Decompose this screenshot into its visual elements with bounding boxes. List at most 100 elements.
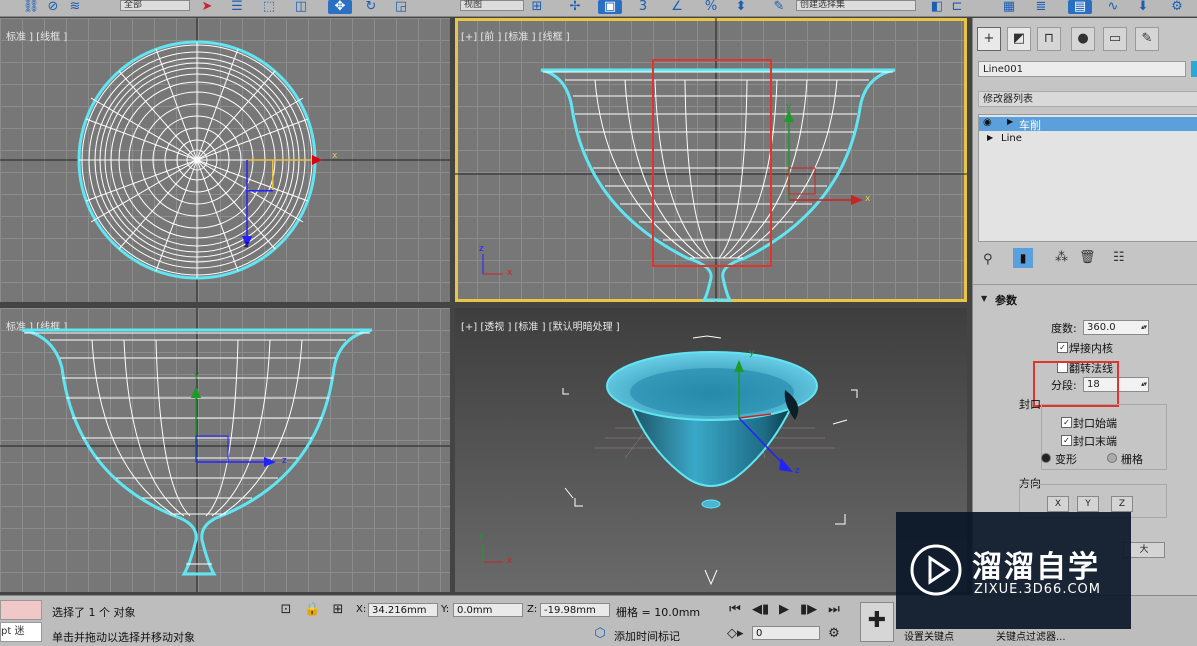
set-key-icon[interactable]: ✚: [860, 602, 894, 642]
select-by-name-icon[interactable]: ☰: [228, 0, 246, 14]
viewport-front[interactable]: [+] [前 ] [标准 ] [线框 ] x y z x: [455, 18, 967, 302]
rect-select-icon[interactable]: ⬚: [260, 0, 278, 14]
select-icon[interactable]: ➤: [198, 0, 216, 14]
angle-snap-icon[interactable]: 3: [634, 0, 652, 14]
maxscript-field[interactable]: pt 迷: [0, 622, 42, 642]
snap-icon[interactable]: ▣: [598, 0, 622, 14]
named-selection-dropdown[interactable]: 创建选择集: [796, 0, 916, 11]
morph-label: 变形: [1055, 453, 1077, 466]
stack-item-label: Line: [1001, 133, 1022, 144]
play-icon[interactable]: ▶: [776, 602, 792, 618]
segments-highlight-box: [1033, 361, 1119, 407]
expand-arrow-icon[interactable]: ▶: [1007, 117, 1013, 126]
z-coordinate-field[interactable]: -19.98mm: [540, 603, 610, 617]
watermark-url: ZIXUE.3D66.COM: [974, 582, 1101, 597]
display-icon[interactable]: ▭: [1103, 27, 1127, 51]
viewport-top[interactable]: 标准 ] [线框 ] x z: [0, 18, 450, 302]
previous-frame-icon[interactable]: ◀▮: [752, 602, 769, 618]
object-color-swatch[interactable]: [1191, 61, 1197, 77]
axis-label-z: z: [244, 240, 249, 250]
lock-icon[interactable]: 🔒: [304, 602, 320, 618]
schematic-icon[interactable]: ⬇: [1134, 0, 1152, 14]
direction-x-button[interactable]: X: [1047, 496, 1069, 512]
selection-status: 选择了 1 个 对象: [52, 606, 136, 619]
x-coordinate-field[interactable]: 34.216mm: [368, 603, 438, 617]
percent-snap-icon[interactable]: %: [702, 0, 720, 14]
next-frame-icon[interactable]: ▮▶: [800, 602, 817, 618]
pin-stack-icon[interactable]: ⚲: [983, 252, 993, 267]
layer-icon[interactable]: ▦: [1000, 0, 1018, 14]
hierarchy-icon[interactable]: ⊓: [1037, 27, 1061, 51]
degrees-spinner[interactable]: 360.0: [1083, 320, 1149, 335]
viewport-left[interactable]: 标准 ] [线框 ] y z: [0, 308, 450, 592]
move-icon[interactable]: ✥: [328, 0, 352, 14]
prompt-line: 单击并拖动以选择并移动对象: [52, 631, 195, 644]
cap-start-label: 封口始端: [1073, 417, 1117, 430]
expand-arrow-icon[interactable]: ▶: [987, 133, 993, 142]
set-key-button[interactable]: 设置关键点: [904, 628, 954, 643]
make-unique-icon[interactable]: ⁂: [1055, 250, 1068, 265]
edit-named-selection-icon[interactable]: ✎: [770, 0, 788, 14]
ribbon-icon[interactable]: ▤: [1068, 0, 1092, 14]
unlink-icon[interactable]: ⊘: [44, 0, 62, 14]
modify-icon[interactable]: ◩: [1007, 27, 1031, 51]
create-icon[interactable]: +: [977, 27, 1001, 51]
eye-icon[interactable]: ◉: [983, 117, 992, 128]
degrees-label: 度数:: [1051, 322, 1077, 335]
window-crossing-icon[interactable]: ◫: [292, 0, 310, 14]
y-coordinate-field[interactable]: 0.0mm: [453, 603, 523, 617]
mirror-icon[interactable]: ◧: [928, 0, 946, 14]
rollout-title[interactable]: 参数: [995, 292, 1017, 308]
go-to-end-icon[interactable]: ⏭: [826, 602, 842, 618]
reference-coord-dropdown[interactable]: 视图: [460, 0, 524, 11]
time-config-icon[interactable]: ⚙: [826, 626, 842, 642]
direction-z-button[interactable]: Z: [1111, 496, 1133, 512]
configure-modifier-sets-icon[interactable]: ☷: [1113, 250, 1125, 265]
key-mode-icon[interactable]: ◇▸: [727, 626, 744, 642]
rollout-collapse-icon[interactable]: ▼: [981, 294, 987, 303]
weld-core-checkbox[interactable]: ✓: [1057, 342, 1068, 353]
axis-label-x: x: [507, 556, 513, 566]
spinner-snap-icon[interactable]: ⬍: [732, 0, 750, 14]
axis-label-z: z: [795, 466, 800, 476]
link-icon[interactable]: ⛓: [22, 0, 40, 14]
curve-editor-icon[interactable]: ∿: [1104, 0, 1122, 14]
key-filters-button[interactable]: 关键点过滤器...: [996, 628, 1066, 643]
viewport-perspective[interactable]: [+] [透视 ] [标准 ] [默认明暗处理 ] y z z x: [455, 308, 967, 592]
show-end-result-icon[interactable]: ▮: [1013, 248, 1033, 268]
pivot-icon[interactable]: ⊞: [528, 0, 546, 14]
object-name-field[interactable]: Line001: [978, 61, 1186, 77]
stack-item-lathe[interactable]: ◉ ▶ 车削: [979, 117, 1197, 132]
absolute-mode-icon[interactable]: ⊞: [330, 602, 346, 618]
current-frame-field[interactable]: 0: [752, 626, 820, 640]
time-tag-icon[interactable]: ⬡: [592, 626, 608, 642]
render-setup-icon[interactable]: ⚙: [1168, 0, 1186, 14]
maxscript-listener[interactable]: [0, 600, 42, 620]
stack-item-label: 车削: [1019, 119, 1041, 132]
align-icon[interactable]: ⊏: [948, 0, 966, 14]
scale-icon[interactable]: ◲: [392, 0, 410, 14]
select-manipulate-icon[interactable]: ✢: [566, 0, 584, 14]
rotate-icon[interactable]: ↻: [362, 0, 380, 14]
motion-icon[interactable]: ●: [1071, 27, 1095, 51]
morph-radio[interactable]: [1041, 453, 1051, 463]
cap-end-checkbox[interactable]: ✓: [1061, 435, 1072, 446]
go-to-start-icon[interactable]: ⏮: [727, 602, 743, 618]
grid-radio[interactable]: [1107, 453, 1117, 463]
modifier-list-dropdown[interactable]: 修改器列表: [978, 91, 1197, 107]
utilities-icon[interactable]: ✎: [1135, 27, 1159, 51]
scene-explorer-icon[interactable]: ≣: [1032, 0, 1050, 14]
angle-snap-toggle-icon[interactable]: ∠: [668, 0, 686, 14]
top-view-wireframe: [0, 18, 450, 302]
cap-start-checkbox[interactable]: ✓: [1061, 417, 1072, 428]
isolate-selection-icon[interactable]: ⊡: [278, 602, 294, 618]
axis-label-x: x: [865, 194, 871, 204]
front-view-wireframe: [455, 18, 967, 302]
selection-filter-dropdown[interactable]: 全部: [120, 0, 190, 11]
add-time-tag[interactable]: 添加时间标记: [614, 628, 680, 644]
direction-y-button[interactable]: Y: [1077, 496, 1099, 512]
stack-item-line[interactable]: ▶ Line: [979, 133, 1197, 147]
grid-size-display: 栅格 = 10.0mm: [616, 606, 701, 619]
remove-modifier-icon[interactable]: 🗑: [1079, 250, 1096, 265]
bind-icon[interactable]: ≋: [66, 0, 84, 14]
